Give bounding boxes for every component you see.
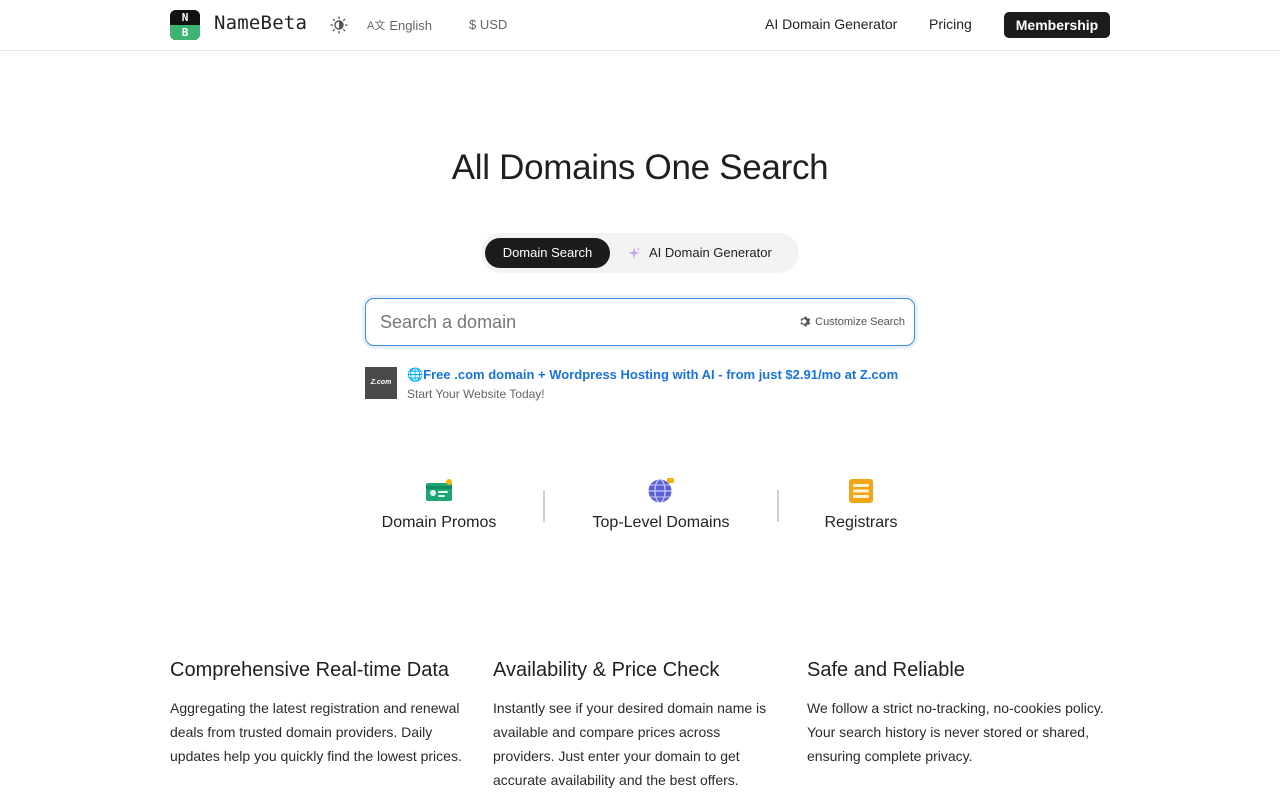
quick-link-label: Registrars bbox=[824, 514, 898, 531]
tab-ai-domain-generator[interactable]: AI Domain Generator bbox=[627, 238, 772, 268]
sponsored-ad[interactable]: Z.com 🌐Free .com domain + Wordpress Host… bbox=[365, 366, 925, 406]
sparkle-icon bbox=[628, 247, 641, 259]
logo-icon[interactable]: N B bbox=[170, 10, 200, 40]
page-title: All Domains One Search bbox=[451, 148, 829, 187]
currency-selector[interactable]: $ USD bbox=[469, 17, 507, 32]
quick-link-registrars[interactable]: Registrars bbox=[806, 478, 916, 532]
feature-text: We follow a strict no-tracking, no-cooki… bbox=[807, 700, 1104, 764]
zcom-logo: Z.com bbox=[365, 367, 397, 399]
feature-availability: Availability & Price Check Instantly see… bbox=[493, 659, 783, 792]
language-label: English bbox=[389, 17, 432, 33]
nav-pricing[interactable]: Pricing bbox=[929, 16, 972, 32]
feature-title: Comprehensive Real-time Data bbox=[170, 659, 450, 681]
search-box: Customize Search bbox=[365, 298, 915, 346]
promo-card-icon bbox=[426, 479, 452, 501]
quick-link-top-level-domains[interactable]: Top-Level Domains bbox=[581, 478, 741, 532]
logo-top-letter: N bbox=[170, 10, 200, 25]
top-navbar: N B NameBeta A文 English $ USD AI Domain … bbox=[0, 0, 1280, 51]
ad-title[interactable]: 🌐Free .com domain + Wordpress Hosting wi… bbox=[407, 367, 898, 383]
feature-safe-reliable: Safe and Reliable We follow a strict no-… bbox=[807, 659, 1107, 768]
feature-title: Availability & Price Check bbox=[493, 659, 720, 681]
theme-toggle-icon[interactable] bbox=[330, 16, 348, 34]
feature-text: Instantly see if your desired domain nam… bbox=[493, 700, 767, 788]
tab-ai-label: AI Domain Generator bbox=[649, 245, 772, 260]
gear-icon bbox=[800, 316, 811, 327]
language-selector[interactable]: A文 English bbox=[367, 17, 432, 33]
feature-title: Safe and Reliable bbox=[807, 659, 965, 681]
ad-subtitle: Start Your Website Today! bbox=[407, 387, 545, 401]
divider bbox=[543, 490, 545, 522]
search-mode-toggle: Domain Search AI Domain Generator bbox=[481, 233, 799, 273]
brand-name[interactable]: NameBeta bbox=[214, 12, 307, 34]
customize-search-label: Customize Search bbox=[815, 315, 905, 328]
search-input[interactable] bbox=[380, 309, 760, 335]
quick-link-label: Top-Level Domains bbox=[592, 514, 730, 531]
list-icon bbox=[849, 479, 873, 503]
quick-link-label: Domain Promos bbox=[381, 514, 497, 531]
feature-text: Aggregating the latest registration and … bbox=[170, 700, 462, 764]
membership-button[interactable]: Membership bbox=[1004, 12, 1110, 38]
logo-bottom-letter: B bbox=[170, 25, 200, 40]
divider bbox=[777, 490, 779, 522]
translate-icon: A文 bbox=[367, 20, 386, 32]
globe-icon bbox=[648, 478, 674, 504]
tab-domain-search[interactable]: Domain Search bbox=[485, 238, 610, 268]
customize-search-button[interactable]: Customize Search bbox=[799, 315, 905, 328]
quick-link-domain-promos[interactable]: Domain Promos bbox=[370, 478, 508, 532]
nav-ai-domain-generator[interactable]: AI Domain Generator bbox=[765, 16, 897, 32]
feature-realtime-data: Comprehensive Real-time Data Aggregating… bbox=[170, 659, 480, 768]
